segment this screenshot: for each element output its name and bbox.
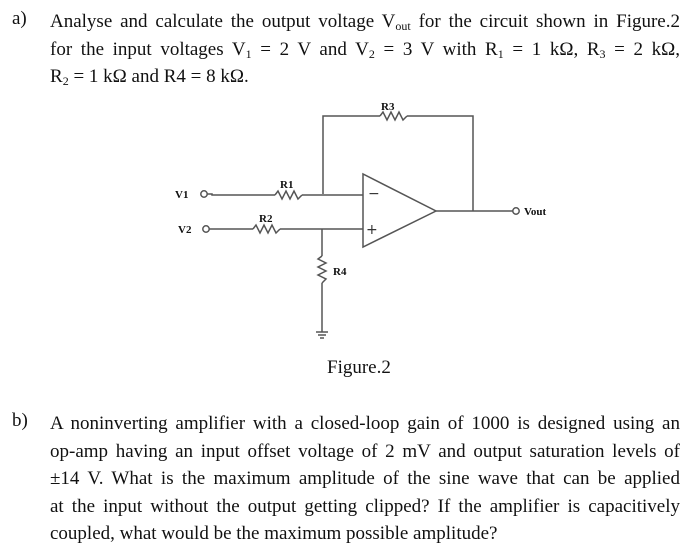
wire-v1 [207,193,275,196]
question-b-line: op-amp having an input offset voltage of… [50,440,680,462]
resistor-r2 [252,223,281,235]
terminal-v1 [200,190,208,198]
terminal-v2 [202,225,210,233]
label-r1: R1 [280,179,293,191]
figure-caption: Figure.2 [327,357,391,378]
label-r2: R2 [259,213,273,225]
question-b-line: at the input without the output getting … [50,495,680,517]
question-b-text: A noninverting amplifier with a closed-l… [50,410,680,548]
question-b-line: ±14 V. What is the maximum amplitude of … [50,468,680,490]
label-r3: R3 [381,101,395,113]
question-b-line: A noninverting amplifier with a closed-l… [50,413,680,434]
label-v1: V1 [175,189,188,201]
noninverting-input-sign: + [366,222,378,238]
question-b-line: coupled, what would be the maximum possi… [50,523,498,545]
terminal-vout [512,207,520,215]
inverting-input-sign: − [368,186,380,202]
label-vout: Vout [524,206,547,218]
circuit-diagram: − + R3 R1 R2 R4 V1 V2 Vout [175,101,547,339]
feedback-wire-right [407,115,474,211]
label-v2: V2 [178,224,192,236]
resistor-r1 [274,189,303,201]
resistor-r3 [379,110,408,122]
question-b-label: b) [12,410,28,431]
resistor-r4 [316,255,328,284]
label-r4: R4 [333,266,347,278]
